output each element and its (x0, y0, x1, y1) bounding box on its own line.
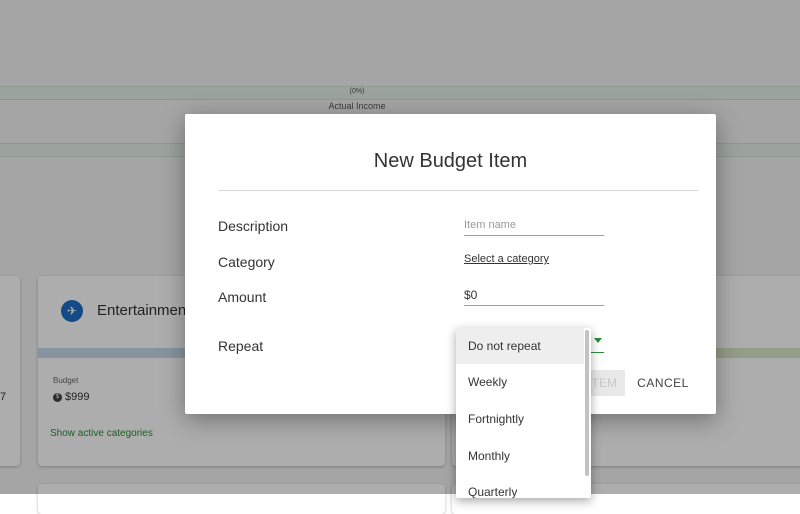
repeat-option-weekly[interactable]: Weekly (456, 364, 584, 400)
amount-input[interactable] (464, 285, 604, 306)
repeat-dropdown-menu: Do not repeat Weekly Fortnightly Monthly… (456, 328, 591, 498)
category-label: Category (218, 254, 275, 270)
amount-label: Amount (218, 289, 267, 305)
repeat-label: Repeat (218, 338, 264, 354)
repeat-option-fortnightly[interactable]: Fortnightly (456, 401, 584, 437)
cancel-button[interactable]: CANCEL (631, 370, 695, 396)
title-divider (218, 190, 698, 191)
description-input[interactable] (464, 215, 604, 236)
caret-down-icon (594, 338, 602, 343)
description-label: Description (218, 218, 289, 234)
new-budget-item-dialog: New Budget Item Description Category Sel… (185, 114, 716, 414)
repeat-option-do-not-repeat[interactable]: Do not repeat (456, 328, 584, 364)
dropdown-scrollbar[interactable] (585, 330, 589, 476)
dialog-title: New Budget Item (373, 150, 528, 172)
select-category-link[interactable]: Select a category (464, 253, 549, 265)
repeat-option-monthly[interactable]: Monthly (456, 438, 584, 474)
repeat-option-quarterly[interactable]: Quarterly (456, 474, 584, 498)
